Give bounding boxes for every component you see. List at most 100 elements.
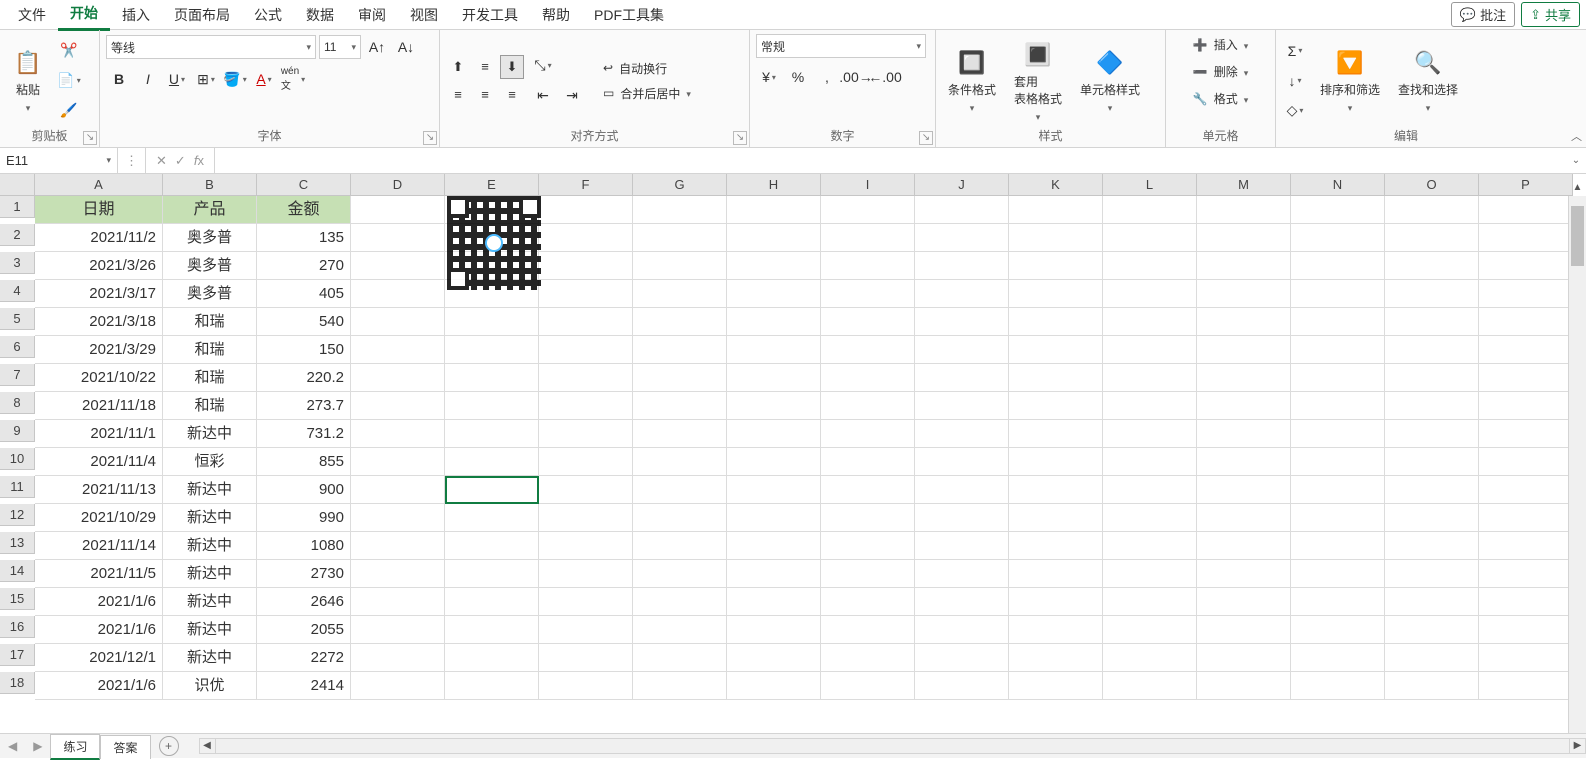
increase-font-button[interactable]: A↑ (364, 34, 390, 60)
cell[interactable] (821, 252, 915, 280)
cell[interactable] (1479, 420, 1573, 448)
cell[interactable] (539, 476, 633, 504)
cell[interactable] (727, 588, 821, 616)
cell[interactable] (633, 224, 727, 252)
cell[interactable] (539, 252, 633, 280)
cell[interactable]: 奥多普 (163, 280, 257, 308)
cell[interactable] (1385, 616, 1479, 644)
cell[interactable]: 新达中 (163, 504, 257, 532)
wrap-text-button[interactable]: ↩自动换行 (599, 58, 695, 79)
cell[interactable]: 2021/11/1 (35, 420, 163, 448)
comments-button[interactable]: 💬批注 (1451, 2, 1515, 27)
cell[interactable] (1479, 448, 1573, 476)
phonetic-button[interactable]: wén文 (280, 66, 306, 92)
cell[interactable] (821, 308, 915, 336)
cell[interactable] (1385, 532, 1479, 560)
ribbon-collapse-button[interactable]: ︿ (1571, 128, 1582, 144)
cell[interactable] (727, 420, 821, 448)
cell[interactable] (633, 252, 727, 280)
cell[interactable] (821, 588, 915, 616)
cell[interactable] (1009, 616, 1103, 644)
cell[interactable] (539, 560, 633, 588)
cell[interactable] (1479, 588, 1573, 616)
cell[interactable] (1103, 280, 1197, 308)
cell[interactable]: 2021/11/2 (35, 224, 163, 252)
cell[interactable] (1291, 336, 1385, 364)
column-header[interactable]: H (727, 174, 821, 196)
cell[interactable] (821, 560, 915, 588)
cell[interactable] (727, 532, 821, 560)
name-box[interactable]: E11▾ (0, 148, 118, 173)
cell[interactable]: 2021/3/26 (35, 252, 163, 280)
cell[interactable] (351, 504, 445, 532)
cell[interactable] (445, 420, 539, 448)
cell[interactable] (633, 616, 727, 644)
cell[interactable] (1197, 336, 1291, 364)
cell[interactable] (821, 364, 915, 392)
cell[interactable] (539, 448, 633, 476)
row-header[interactable]: 16 (0, 616, 35, 638)
cell[interactable] (1385, 672, 1479, 700)
menu-review[interactable]: 审阅 (346, 0, 398, 30)
cell[interactable] (727, 224, 821, 252)
cell[interactable] (445, 532, 539, 560)
cell[interactable] (821, 280, 915, 308)
menu-data[interactable]: 数据 (294, 0, 346, 30)
hscroll-left[interactable]: ◀ (200, 739, 216, 753)
cell[interactable] (351, 588, 445, 616)
cell[interactable] (1009, 224, 1103, 252)
cell[interactable] (1197, 588, 1291, 616)
cell[interactable]: 2730 (257, 560, 351, 588)
column-header[interactable]: M (1197, 174, 1291, 196)
cell[interactable] (633, 504, 727, 532)
cell[interactable] (351, 252, 445, 280)
increase-decimal-button[interactable]: .00→ (843, 64, 869, 90)
column-header[interactable]: E (445, 174, 539, 196)
cell[interactable]: 新达中 (163, 532, 257, 560)
align-right-button[interactable]: ≡ (500, 83, 524, 107)
cell[interactable]: 2021/11/18 (35, 392, 163, 420)
add-sheet-button[interactable]: + (159, 736, 179, 756)
cell[interactable] (1103, 504, 1197, 532)
font-color-button[interactable]: A (251, 66, 277, 92)
cell[interactable] (1385, 392, 1479, 420)
cell[interactable] (539, 644, 633, 672)
cell[interactable] (1103, 560, 1197, 588)
cell[interactable]: 2021/10/29 (35, 504, 163, 532)
horizontal-scrollbar[interactable]: ◀ ▶ (199, 738, 1586, 754)
cell[interactable] (1197, 224, 1291, 252)
cell[interactable] (351, 672, 445, 700)
cell[interactable] (445, 336, 539, 364)
cell[interactable] (1385, 196, 1479, 224)
cell[interactable] (633, 364, 727, 392)
share-button[interactable]: ⇪共享 (1521, 2, 1580, 27)
font-name-combo[interactable]: 等线▾ (106, 35, 316, 59)
namebox-expand[interactable]: ⋮ (118, 148, 146, 173)
cell[interactable] (1291, 420, 1385, 448)
menu-file[interactable]: 文件 (6, 0, 58, 30)
cell[interactable] (633, 476, 727, 504)
sheet-nav-next[interactable]: ▶ (25, 739, 50, 753)
cell[interactable] (633, 392, 727, 420)
cell[interactable] (1291, 252, 1385, 280)
cell[interactable] (821, 392, 915, 420)
cell[interactable] (351, 308, 445, 336)
cell[interactable] (915, 532, 1009, 560)
decrease-indent-button[interactable]: ⇤ (530, 83, 556, 109)
orientation-button[interactable]: ⤡ (530, 53, 556, 79)
cell[interactable]: 990 (257, 504, 351, 532)
menu-view[interactable]: 视图 (398, 0, 450, 30)
cell[interactable] (1197, 644, 1291, 672)
cell[interactable] (445, 672, 539, 700)
scroll-thumb[interactable] (1571, 206, 1584, 266)
column-header[interactable]: O (1385, 174, 1479, 196)
cell[interactable]: 2055 (257, 616, 351, 644)
cell[interactable] (1103, 420, 1197, 448)
cell[interactable] (539, 672, 633, 700)
find-select-button[interactable]: 🔍查找和选择 (1392, 45, 1464, 116)
cell[interactable] (633, 196, 727, 224)
cell[interactable] (1197, 672, 1291, 700)
cell[interactable]: 2021/11/13 (35, 476, 163, 504)
cell[interactable] (1197, 560, 1291, 588)
cell[interactable] (1103, 336, 1197, 364)
